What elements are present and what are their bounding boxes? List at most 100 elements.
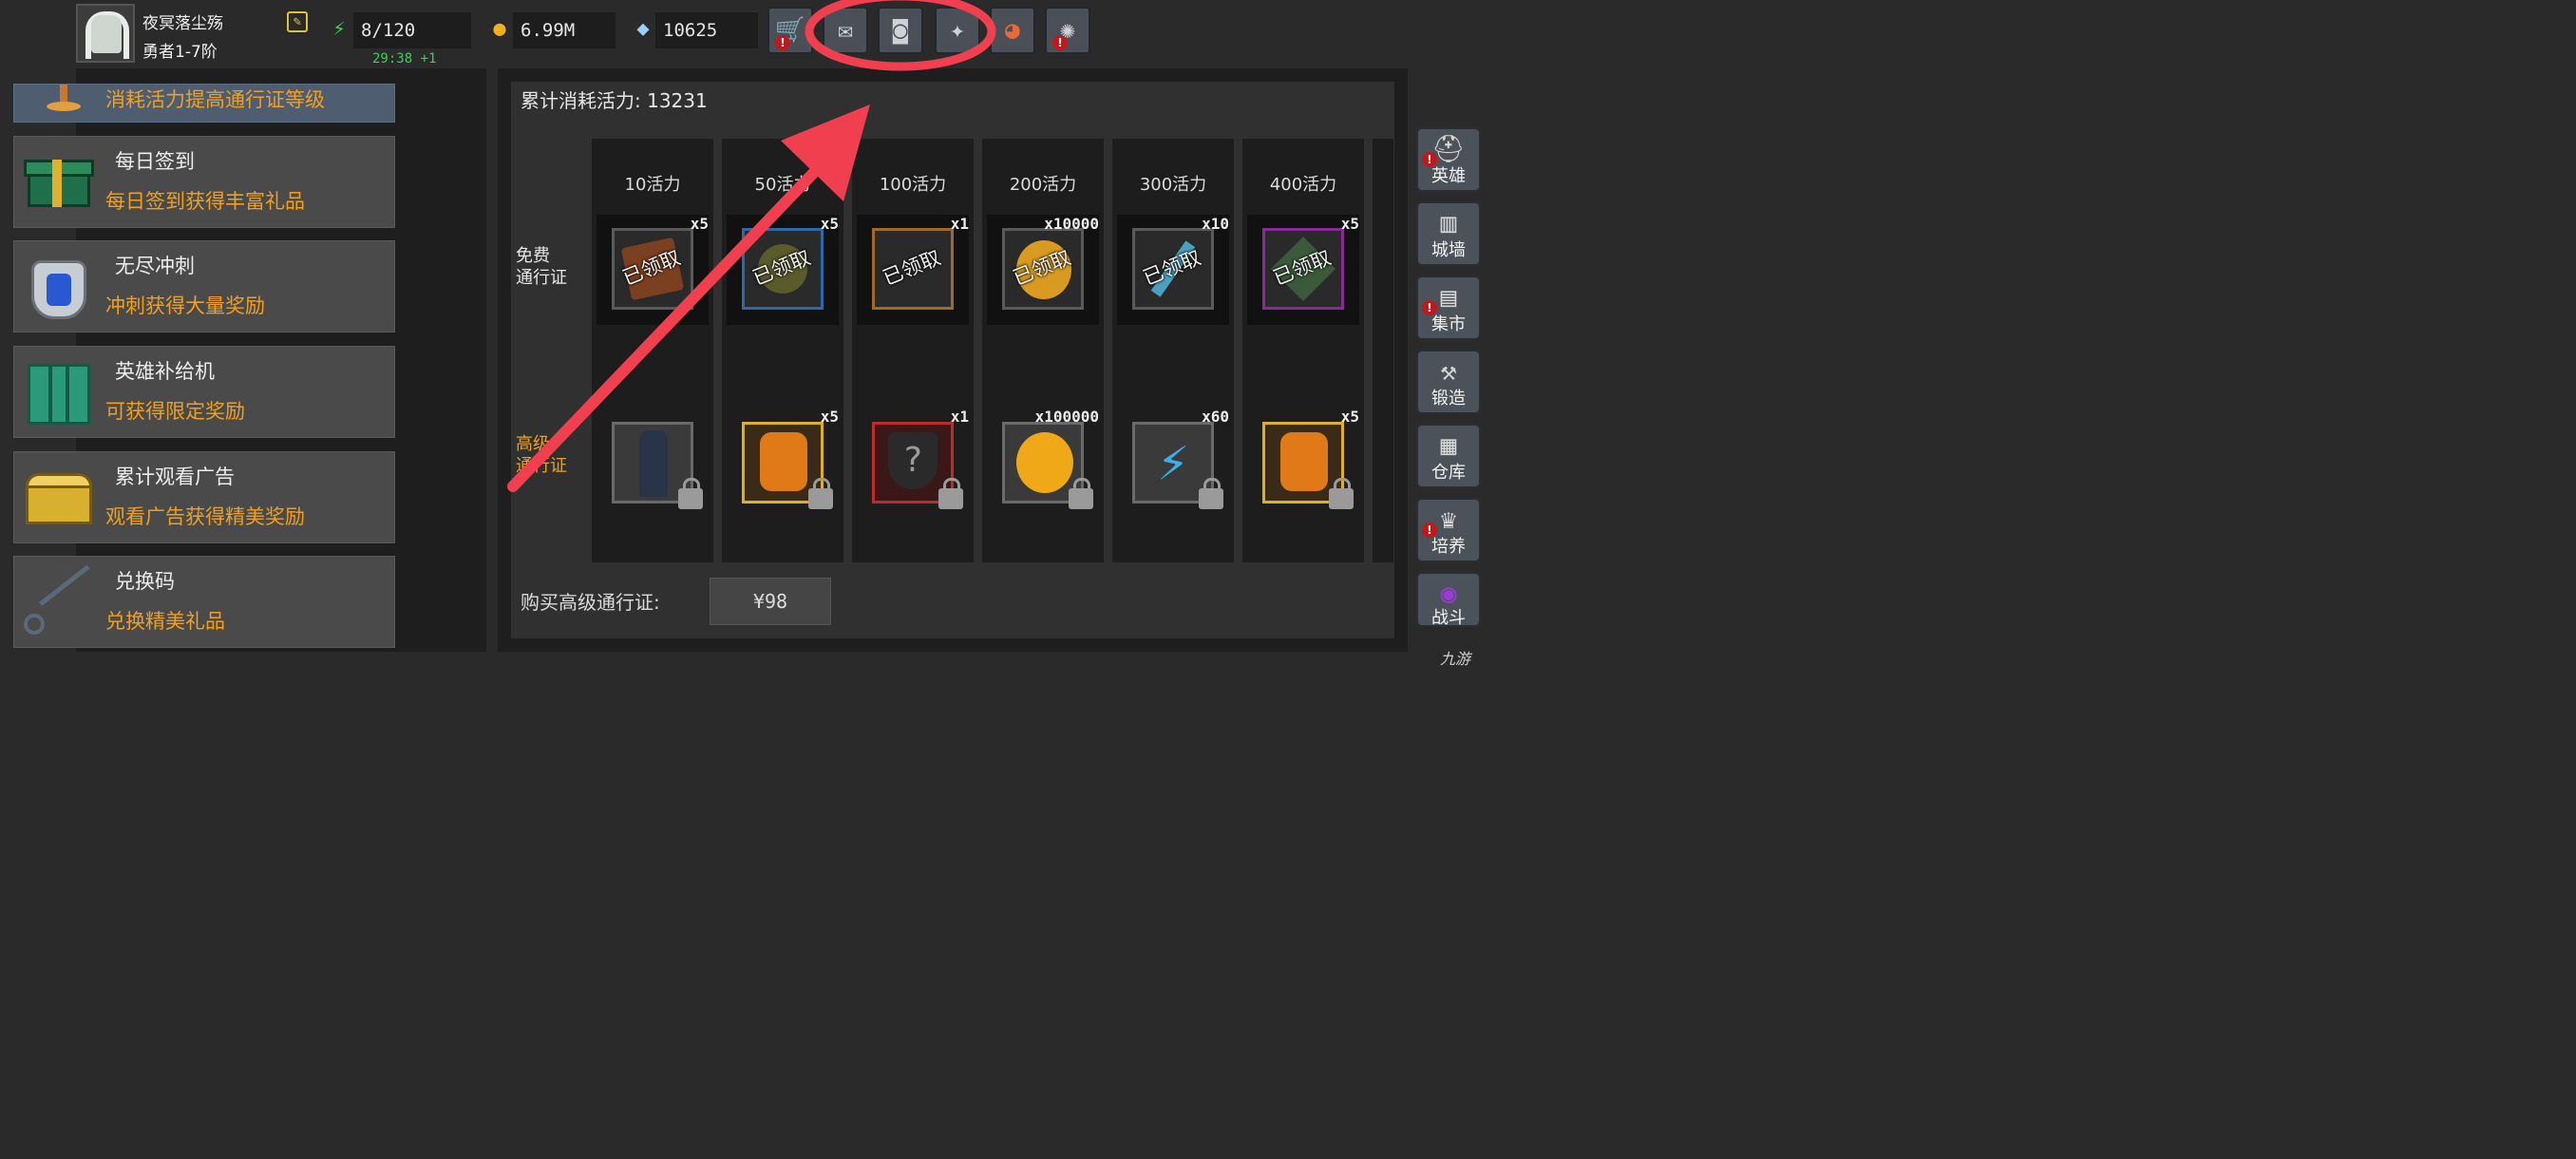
gold-value: 6.99M xyxy=(513,12,616,48)
lock-icon xyxy=(678,478,703,509)
hero-knight-icon xyxy=(639,430,668,497)
tier-label: 400活力 xyxy=(1269,175,1337,195)
rail-button-label: 锻造 xyxy=(1431,389,1466,408)
supply-machine-icon xyxy=(24,360,94,427)
reward-quantity: x5 xyxy=(1340,215,1359,233)
buy-premium-label: 购买高级通行证: xyxy=(521,591,660,614)
player-rank: 勇者1-7阶 xyxy=(142,43,218,62)
menu-item-desc: 每日签到获得丰富礼品 xyxy=(105,190,305,213)
tier-label: 10活力 xyxy=(624,175,681,195)
menu-item-desc: 消耗活力提高通行证等级 xyxy=(105,88,325,111)
gift-box-icon xyxy=(24,150,94,217)
menu-item-title: 兑换码 xyxy=(115,570,175,593)
reward-quantity: x1 xyxy=(950,215,969,233)
lock-icon xyxy=(1069,478,1093,509)
menu-item-desc: 冲刺获得大量奖励 xyxy=(105,294,265,317)
menu-item-title: 每日签到 xyxy=(115,150,195,173)
premium-pass-label: 高级 通行证 xyxy=(516,433,567,477)
menu-item-redeem-code[interactable]: 兑换码 兑换精美礼品 xyxy=(13,556,395,648)
buy-premium-button[interactable]: ¥98 xyxy=(710,578,831,625)
mystery-shield-icon: ? xyxy=(888,432,938,489)
menu-item-hero-supply[interactable]: 英雄补给机 可获得限定奖励 xyxy=(13,346,395,438)
tier-label: 300活力 xyxy=(1139,175,1207,195)
energy-icon: ⚡ xyxy=(332,17,346,41)
rail-button-label: 仓库 xyxy=(1431,463,1466,483)
rail-button-market[interactable]: ▤ ! 集市 xyxy=(1416,276,1481,340)
menu-item-endless-sprint[interactable]: 无尽冲刺 冲刺获得大量奖励 xyxy=(13,240,395,332)
reward-quantity: x10 xyxy=(1202,215,1229,233)
reward-quantity: x60 xyxy=(1202,408,1229,426)
player-avatar[interactable] xyxy=(76,4,135,63)
rail-button-train[interactable]: ♛ ! 培养 xyxy=(1416,498,1481,562)
menu-item-desc: 可获得限定奖励 xyxy=(105,400,245,423)
puzzle-button[interactable]: ✦ xyxy=(935,7,980,54)
gamepad-button[interactable]: ◙ xyxy=(878,7,923,54)
reward-quantity: x5 xyxy=(1340,408,1359,426)
warehouse-icon: ▦ xyxy=(1440,429,1457,461)
player-name: 夜冥落尘殇 xyxy=(142,14,223,33)
puzzle-icon: ✦ xyxy=(950,16,965,45)
free-pass-label-line2: 通行证 xyxy=(516,268,567,288)
alert-badge: ! xyxy=(775,35,790,50)
menu-item-watch-ads[interactable]: 累计观看广告 观看广告获得精美奖励 xyxy=(13,451,395,543)
reward-quantity: x1 xyxy=(950,408,969,426)
menu-item-title: 累计观看广告 xyxy=(115,466,235,488)
reward-quantity: x100000 xyxy=(1034,408,1099,426)
reward-quantity: x5 xyxy=(690,215,709,233)
rail-button-warehouse[interactable]: ▦ 仓库 xyxy=(1416,424,1481,488)
reward-quantity: x5 xyxy=(820,215,839,233)
gems-value: 10625 xyxy=(655,12,758,48)
energy-timer: 29:38 +1 xyxy=(372,51,437,66)
fireworks-button[interactable]: ✺ ! xyxy=(1045,7,1090,54)
menu-item-desc: 兑换精美礼品 xyxy=(105,610,225,633)
lock-icon xyxy=(808,478,833,509)
shop-cart-button[interactable]: 🛒 ! xyxy=(767,7,813,54)
gold-coin-icon xyxy=(1016,432,1073,493)
lock-icon xyxy=(938,478,963,509)
menu-item-title: 无尽冲刺 xyxy=(115,255,195,277)
alert-badge: ! xyxy=(1052,35,1068,50)
mail-button[interactable]: ✉ xyxy=(823,7,868,54)
gem-crystal-icon xyxy=(1280,432,1328,491)
key-icon xyxy=(24,564,94,636)
tier-label: 50活力 xyxy=(754,175,811,195)
armor-icon xyxy=(24,255,94,321)
treasure-chest-icon xyxy=(24,466,94,532)
reward-quantity: x5 xyxy=(820,408,839,426)
gem-icon: ◆ xyxy=(636,17,650,41)
gem-crystal-icon xyxy=(760,432,807,491)
free-pass-label: 免费 通行证 xyxy=(516,245,567,289)
energy-value: 8/120 xyxy=(353,12,471,48)
gamepad-icon: ◙ xyxy=(893,16,908,45)
menu-item-desc: 观看广告获得精美奖励 xyxy=(105,505,305,528)
rail-button-label: 战斗 xyxy=(1431,608,1466,628)
tier-label: 100活力 xyxy=(879,175,947,195)
free-pass-label-line1: 免费 xyxy=(516,246,550,266)
rail-button-forge[interactable]: ⚒ 锻造 xyxy=(1416,350,1481,414)
menu-item-daily-checkin[interactable]: 每日签到 每日签到获得丰富礼品 xyxy=(13,136,395,228)
color-wheel-button[interactable]: ◕ xyxy=(990,7,1035,54)
lock-icon xyxy=(1329,478,1354,509)
lock-icon xyxy=(1199,478,1223,509)
tier-column-partial xyxy=(1373,139,1393,562)
avatar-face xyxy=(91,15,122,53)
mail-icon: ✉ xyxy=(838,16,853,45)
lamp-icon xyxy=(43,85,85,117)
rail-button-battle[interactable]: ◉ 战斗 xyxy=(1416,572,1481,628)
premium-pass-label-line1: 高级 xyxy=(516,434,550,454)
rail-button-wall[interactable]: ▥ 城墙 xyxy=(1416,201,1481,266)
premium-pass-label-line2: 通行证 xyxy=(516,456,567,476)
castle-wall-icon: ▥ xyxy=(1440,207,1457,238)
rail-button-label: 英雄 xyxy=(1431,166,1466,186)
menu-item-title: 英雄补给机 xyxy=(115,360,215,383)
rail-button-label: 集市 xyxy=(1431,314,1466,334)
edit-icon[interactable]: ✎ xyxy=(287,11,308,32)
color-wheel-icon: ◕ xyxy=(1005,16,1020,45)
menu-item-pass[interactable]: 消耗活力提高通行证等级 xyxy=(13,84,395,123)
reward-quantity: x10000 xyxy=(1044,215,1099,233)
rail-button-hero[interactable]: ⛑ ! 英雄 xyxy=(1416,127,1481,192)
total-energy-label: 累计消耗活力: 13231 xyxy=(521,89,708,112)
rail-button-label: 城墙 xyxy=(1431,240,1466,260)
gold-coin-icon: ● xyxy=(493,17,506,41)
tier-label: 200活力 xyxy=(1009,175,1077,195)
